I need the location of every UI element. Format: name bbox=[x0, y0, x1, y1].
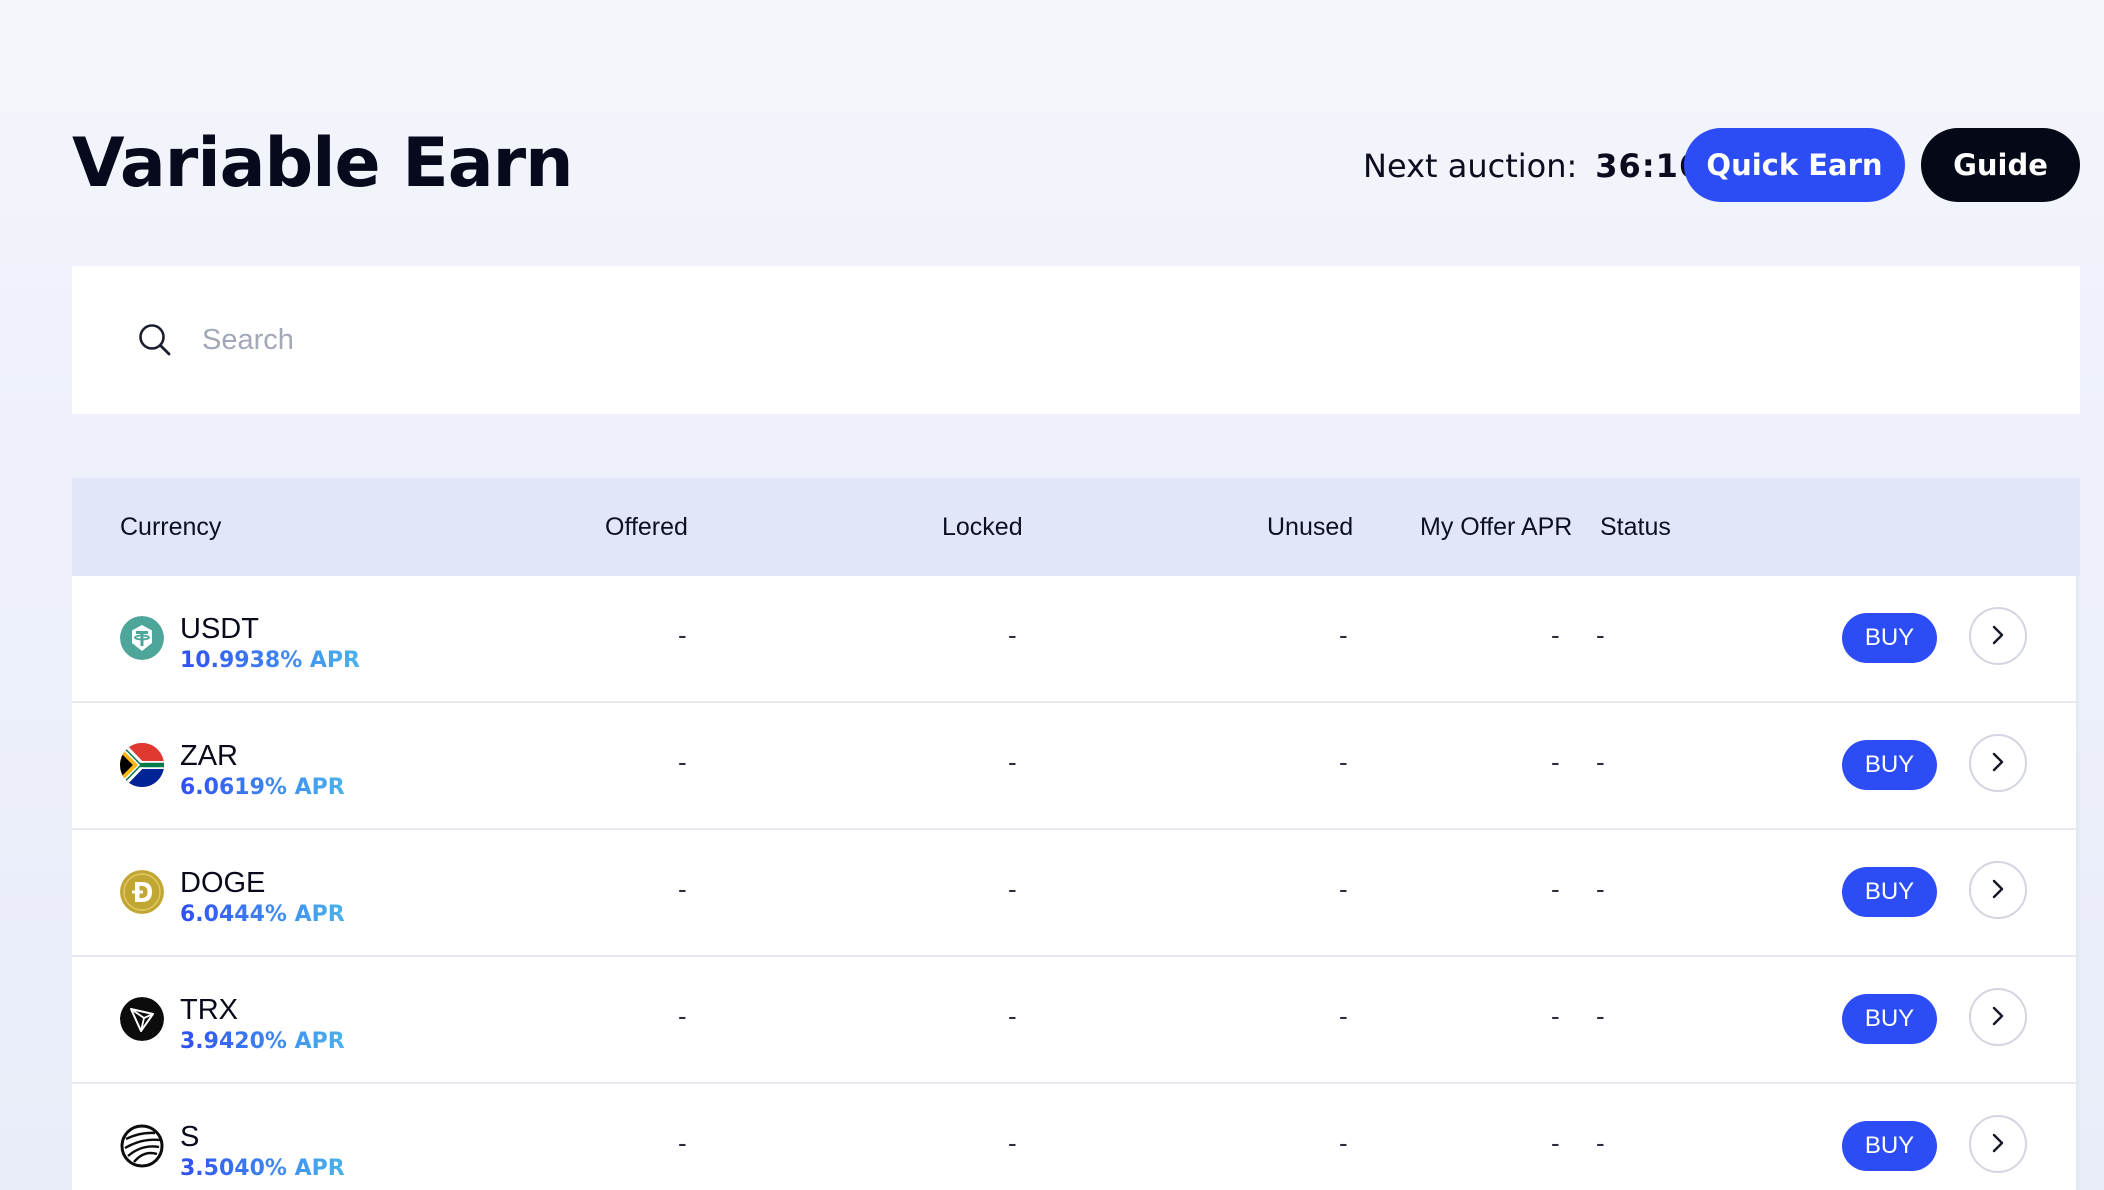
table-body: USDT 10.9938% APR - - - - - BUY ZAR 6.06… bbox=[72, 576, 2079, 1190]
guide-button[interactable]: Guide bbox=[1921, 128, 2080, 202]
search-icon bbox=[135, 320, 175, 360]
currency-symbol: S bbox=[180, 1121, 200, 1153]
unused-value: - bbox=[1339, 1001, 1348, 1031]
status-value: - bbox=[1596, 747, 1605, 777]
chevron-right-icon bbox=[1990, 624, 2006, 649]
locked-value: - bbox=[1008, 620, 1017, 650]
table-row[interactable]: S 3.5040% APR - - - - - BUY bbox=[72, 1084, 2076, 1190]
offered-value: - bbox=[678, 874, 687, 904]
buy-button[interactable]: BUY bbox=[1842, 1121, 1937, 1171]
locked-value: - bbox=[1008, 1001, 1017, 1031]
buy-button[interactable]: BUY bbox=[1842, 994, 1937, 1044]
quick-earn-button[interactable]: Quick Earn bbox=[1684, 128, 1905, 202]
my-offer-apr-value: - bbox=[1551, 1128, 1560, 1158]
chevron-right-icon bbox=[1990, 1005, 2006, 1030]
currency-symbol: DOGE bbox=[180, 867, 266, 899]
offered-value: - bbox=[678, 620, 687, 650]
currency-symbol: TRX bbox=[180, 994, 238, 1026]
page-title: Variable Earn bbox=[72, 124, 574, 203]
buy-button[interactable]: BUY bbox=[1842, 867, 1937, 917]
chevron-right-icon bbox=[1990, 1132, 2006, 1157]
locked-value: - bbox=[1008, 1128, 1017, 1158]
table-row[interactable]: DOGE 6.0444% APR - - - - - BUY bbox=[72, 830, 2076, 957]
sonic-icon bbox=[120, 1124, 164, 1168]
status-value: - bbox=[1596, 620, 1605, 650]
row-details-button[interactable] bbox=[1969, 861, 2027, 919]
column-header-currency: Currency bbox=[120, 513, 222, 541]
table-row[interactable]: ZAR 6.0619% APR - - - - - BUY bbox=[72, 703, 2076, 830]
column-header-locked: Locked bbox=[942, 513, 1023, 541]
locked-value: - bbox=[1008, 747, 1017, 777]
buy-button[interactable]: BUY bbox=[1842, 613, 1937, 663]
locked-value: - bbox=[1008, 874, 1017, 904]
search-input[interactable] bbox=[200, 315, 1904, 365]
table-row[interactable]: USDT 10.9938% APR - - - - - BUY bbox=[72, 576, 2076, 703]
unused-value: - bbox=[1339, 747, 1348, 777]
offered-value: - bbox=[678, 1128, 687, 1158]
currency-symbol: USDT bbox=[180, 613, 259, 645]
currency-apr: 6.0444% APR bbox=[180, 900, 345, 930]
offered-value: - bbox=[678, 1001, 687, 1031]
currency-apr: 3.9420% APR bbox=[180, 1027, 345, 1057]
my-offer-apr-value: - bbox=[1551, 747, 1560, 777]
doge-icon bbox=[120, 870, 164, 914]
currency-apr: 10.9938% APR bbox=[180, 646, 360, 676]
status-value: - bbox=[1596, 874, 1605, 904]
offered-value: - bbox=[678, 747, 687, 777]
south-africa-flag-icon bbox=[120, 743, 164, 787]
table-header: Currency Offered Locked Unused My Offer … bbox=[72, 478, 2080, 576]
column-header-offered: Offered bbox=[605, 513, 688, 541]
table-row[interactable]: TRX 3.9420% APR - - - - - BUY bbox=[72, 957, 2076, 1084]
row-details-button[interactable] bbox=[1969, 988, 2027, 1046]
my-offer-apr-value: - bbox=[1551, 1001, 1560, 1031]
my-offer-apr-value: - bbox=[1551, 874, 1560, 904]
search-bar bbox=[72, 266, 2080, 414]
buy-button[interactable]: BUY bbox=[1842, 740, 1937, 790]
row-details-button[interactable] bbox=[1969, 607, 2027, 665]
column-header-my-offer-apr: My Offer APR bbox=[1420, 513, 1573, 541]
tron-icon bbox=[120, 997, 164, 1041]
unused-value: - bbox=[1339, 874, 1348, 904]
my-offer-apr-value: - bbox=[1551, 620, 1560, 650]
column-header-status: Status bbox=[1600, 513, 1671, 541]
currency-symbol: ZAR bbox=[180, 740, 238, 772]
chevron-right-icon bbox=[1990, 878, 2006, 903]
unused-value: - bbox=[1339, 1128, 1348, 1158]
usdt-icon bbox=[120, 616, 164, 660]
currency-table: Currency Offered Locked Unused My Offer … bbox=[72, 478, 2080, 1190]
next-auction: Next auction: 36:16 bbox=[1363, 142, 1702, 190]
unused-value: - bbox=[1339, 620, 1348, 650]
next-auction-label: Next auction: bbox=[1363, 147, 1578, 185]
currency-apr: 6.0619% APR bbox=[180, 773, 345, 803]
row-details-button[interactable] bbox=[1969, 1115, 2027, 1173]
column-header-unused: Unused bbox=[1267, 513, 1354, 541]
status-value: - bbox=[1596, 1001, 1605, 1031]
chevron-right-icon bbox=[1990, 751, 2006, 776]
row-details-button[interactable] bbox=[1969, 734, 2027, 792]
status-value: - bbox=[1596, 1128, 1605, 1158]
currency-apr: 3.5040% APR bbox=[180, 1154, 345, 1184]
